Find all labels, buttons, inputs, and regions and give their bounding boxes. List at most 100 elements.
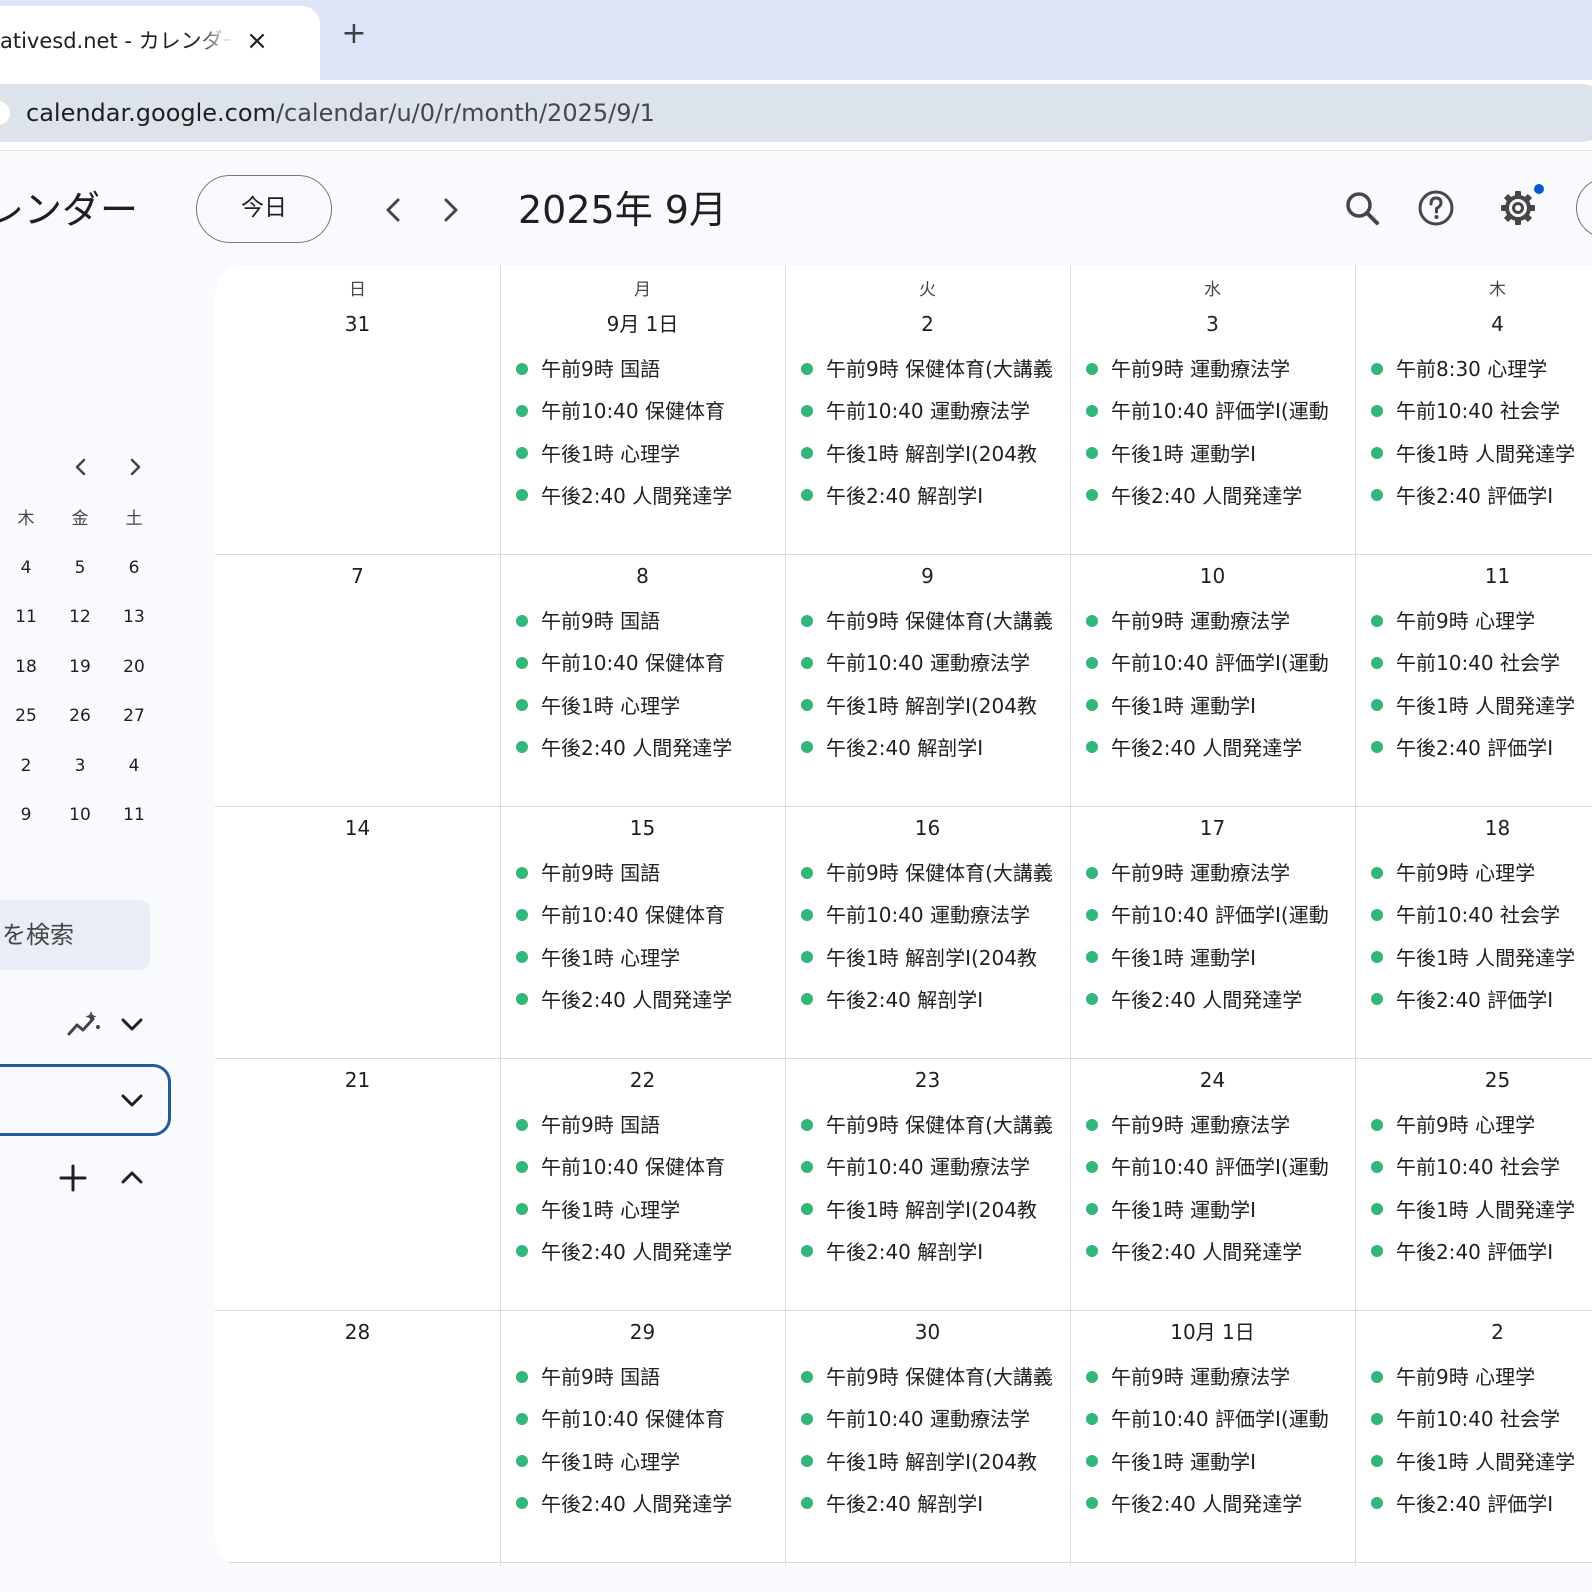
day-number[interactable]: 24: [1070, 1066, 1355, 1094]
mini-day[interactable]: 12: [60, 605, 100, 629]
event-chip[interactable]: 午後1時 心理学: [516, 1447, 784, 1477]
account-button[interactable]: [1576, 178, 1592, 238]
event-chip[interactable]: 午前10:40 運動療法学: [801, 396, 1069, 426]
mini-day[interactable]: 26: [60, 704, 100, 728]
event-chip[interactable]: 午前10:40 評価学I(運動: [1086, 900, 1354, 930]
event-chip[interactable]: 午後2:40 人間発達学: [516, 733, 784, 763]
day-cell[interactable]: 月 9月 1日 午前9時 国語 午前10:40 保健体育 午後1時 心理学 午後2:40 …: [500, 266, 785, 554]
mini-day[interactable]: 10: [60, 803, 100, 827]
event-chip[interactable]: 午後2:40 人間発達学: [1086, 733, 1354, 763]
event-chip[interactable]: 午前9時 運動療法学: [1086, 1362, 1354, 1392]
event-chip[interactable]: 午前10:40 社会学: [1371, 900, 1592, 930]
prev-month-icon[interactable]: [374, 190, 414, 230]
day-number[interactable]: 9月 1日: [500, 310, 785, 338]
event-chip[interactable]: 午後2:40 評価学I: [1371, 733, 1592, 763]
event-chip[interactable]: 午後1時 人間発達学: [1371, 943, 1592, 973]
event-chip[interactable]: 午後1時 解剖学I(204教: [801, 1195, 1069, 1225]
day-cell[interactable]: 10 午前9時 運動療法学 午前10:40 評価学I(運動 午後1時 運動学I 午後2:…: [1070, 554, 1355, 806]
day-cell[interactable]: 16 午前9時 保健体育(大講義 午前10:40 運動療法学 午後1時 解剖学I(20…: [785, 806, 1070, 1058]
day-number[interactable]: 3: [1070, 310, 1355, 338]
day-number[interactable]: 9: [785, 562, 1070, 590]
mini-day[interactable]: 11: [114, 803, 154, 827]
event-chip[interactable]: 午後1時 解剖学I(204教: [801, 1447, 1069, 1477]
day-cell[interactable]: 木 4 午前8:30 心理学 午前10:40 社会学 午後1時 人間発達学 午後2:40 …: [1355, 266, 1592, 554]
event-chip[interactable]: 午後2:40 解剖学I: [801, 733, 1069, 763]
mini-day[interactable]: 3: [60, 754, 100, 778]
event-chip[interactable]: 午後1時 心理学: [516, 439, 784, 469]
event-chip[interactable]: 午前10:40 評価学I(運動: [1086, 396, 1354, 426]
day-cell[interactable]: 21: [215, 1058, 500, 1310]
mini-prev-icon[interactable]: [66, 452, 96, 482]
help-icon[interactable]: [1414, 186, 1458, 230]
day-number[interactable]: 30: [785, 1318, 1070, 1346]
event-chip[interactable]: 午後1時 解剖学I(204教: [801, 943, 1069, 973]
event-chip[interactable]: 午前10:40 運動療法学: [801, 900, 1069, 930]
day-number[interactable]: 22: [500, 1066, 785, 1094]
event-chip[interactable]: 午前9時 心理学: [1371, 1110, 1592, 1140]
event-chip[interactable]: 午後2:40 人間発達学: [1086, 1489, 1354, 1519]
event-chip[interactable]: 午後1時 運動学I: [1086, 1447, 1354, 1477]
event-chip[interactable]: 午前9時 国語: [516, 1110, 784, 1140]
day-number[interactable]: 14: [215, 814, 500, 842]
event-chip[interactable]: 午後2:40 解剖学I: [801, 985, 1069, 1015]
event-chip[interactable]: 午後1時 人間発達学: [1371, 439, 1592, 469]
event-chip[interactable]: 午前9時 国語: [516, 1362, 784, 1392]
event-chip[interactable]: 午後2:40 人間発達学: [516, 985, 784, 1015]
event-chip[interactable]: 午前10:40 運動療法学: [801, 648, 1069, 678]
chevron-up-icon[interactable]: [114, 1160, 150, 1196]
event-chip[interactable]: 午前10:40 保健体育: [516, 1152, 784, 1182]
day-cell[interactable]: 8 午前9時 国語 午前10:40 保健体育 午後1時 心理学 午後2:40 人間発達学: [500, 554, 785, 806]
event-chip[interactable]: 午後2:40 人間発達学: [1086, 1237, 1354, 1267]
event-chip[interactable]: 午前10:40 保健体育: [516, 900, 784, 930]
mini-day[interactable]: 5: [60, 556, 100, 580]
day-number[interactable]: 2: [785, 310, 1070, 338]
day-cell[interactable]: 日 31: [215, 266, 500, 554]
mini-day[interactable]: 9: [6, 803, 46, 827]
event-chip[interactable]: 午前9時 運動療法学: [1086, 354, 1354, 384]
day-cell[interactable]: 15 午前9時 国語 午前10:40 保健体育 午後1時 心理学 午後2:40 人間発達…: [500, 806, 785, 1058]
add-calendar-plus-icon[interactable]: [55, 1160, 91, 1196]
mini-day[interactable]: 19: [60, 655, 100, 679]
day-cell[interactable]: 18 午前9時 心理学 午前10:40 社会学 午後1時 人間発達学 午後2:40 評価…: [1355, 806, 1592, 1058]
event-chip[interactable]: 午前10:40 運動療法学: [801, 1404, 1069, 1434]
event-chip[interactable]: 午後1時 解剖学I(204教: [801, 691, 1069, 721]
event-chip[interactable]: 午前9時 運動療法学: [1086, 606, 1354, 636]
day-number[interactable]: 28: [215, 1318, 500, 1346]
day-cell[interactable]: 2 午前9時 心理学 午前10:40 社会学 午後1時 人間発達学 午後2:40 評価学…: [1355, 1310, 1592, 1562]
day-cell[interactable]: 14: [215, 806, 500, 1058]
day-cell[interactable]: 23 午前9時 保健体育(大講義 午前10:40 運動療法学 午後1時 解剖学I(20…: [785, 1058, 1070, 1310]
day-number[interactable]: 21: [215, 1066, 500, 1094]
day-number[interactable]: 11: [1355, 562, 1592, 590]
mini-day[interactable]: 18: [6, 655, 46, 679]
event-chip[interactable]: 午前9時 心理学: [1371, 858, 1592, 888]
day-number[interactable]: 10月 1日: [1070, 1318, 1355, 1346]
mini-day[interactable]: 6: [114, 556, 154, 580]
day-cell[interactable]: 11 午前9時 心理学 午前10:40 社会学 午後1時 人間発達学 午後2:40 評価…: [1355, 554, 1592, 806]
day-cell[interactable]: 30 午前9時 保健体育(大講義 午前10:40 運動療法学 午後1時 解剖学I(20…: [785, 1310, 1070, 1562]
dropdown-chevron-down-icon[interactable]: [114, 1082, 150, 1118]
event-chip[interactable]: 午後2:40 評価学I: [1371, 481, 1592, 511]
mini-day[interactable]: 4: [114, 754, 154, 778]
day-number[interactable]: 25: [1355, 1066, 1592, 1094]
event-chip[interactable]: 午前10:40 保健体育: [516, 1404, 784, 1434]
event-chip[interactable]: 午後1時 人間発達学: [1371, 1195, 1592, 1225]
event-chip[interactable]: 午後2:40 評価学I: [1371, 985, 1592, 1015]
day-number[interactable]: 31: [215, 310, 500, 338]
mini-day[interactable]: 2: [6, 754, 46, 778]
new-tab-button[interactable]: +: [336, 16, 372, 52]
day-number[interactable]: 7: [215, 562, 500, 590]
event-chip[interactable]: 午前10:40 社会学: [1371, 1152, 1592, 1182]
tab-close-icon[interactable]: ×: [242, 24, 272, 58]
event-chip[interactable]: 午後2:40 人間発達学: [1086, 985, 1354, 1015]
day-cell[interactable]: 7: [215, 554, 500, 806]
mini-day[interactable]: 4: [6, 556, 46, 580]
day-number[interactable]: 23: [785, 1066, 1070, 1094]
event-chip[interactable]: 午後1時 解剖学I(204教: [801, 439, 1069, 469]
event-chip[interactable]: 午後1時 人間発達学: [1371, 691, 1592, 721]
event-chip[interactable]: 午前10:40 評価学I(運動: [1086, 1152, 1354, 1182]
event-chip[interactable]: 午後1時 運動学I: [1086, 943, 1354, 973]
day-number[interactable]: 29: [500, 1318, 785, 1346]
event-chip[interactable]: 午前10:40 社会学: [1371, 648, 1592, 678]
event-chip[interactable]: 午前9時 保健体育(大講義: [801, 1110, 1069, 1140]
mini-day[interactable]: 25: [6, 704, 46, 728]
